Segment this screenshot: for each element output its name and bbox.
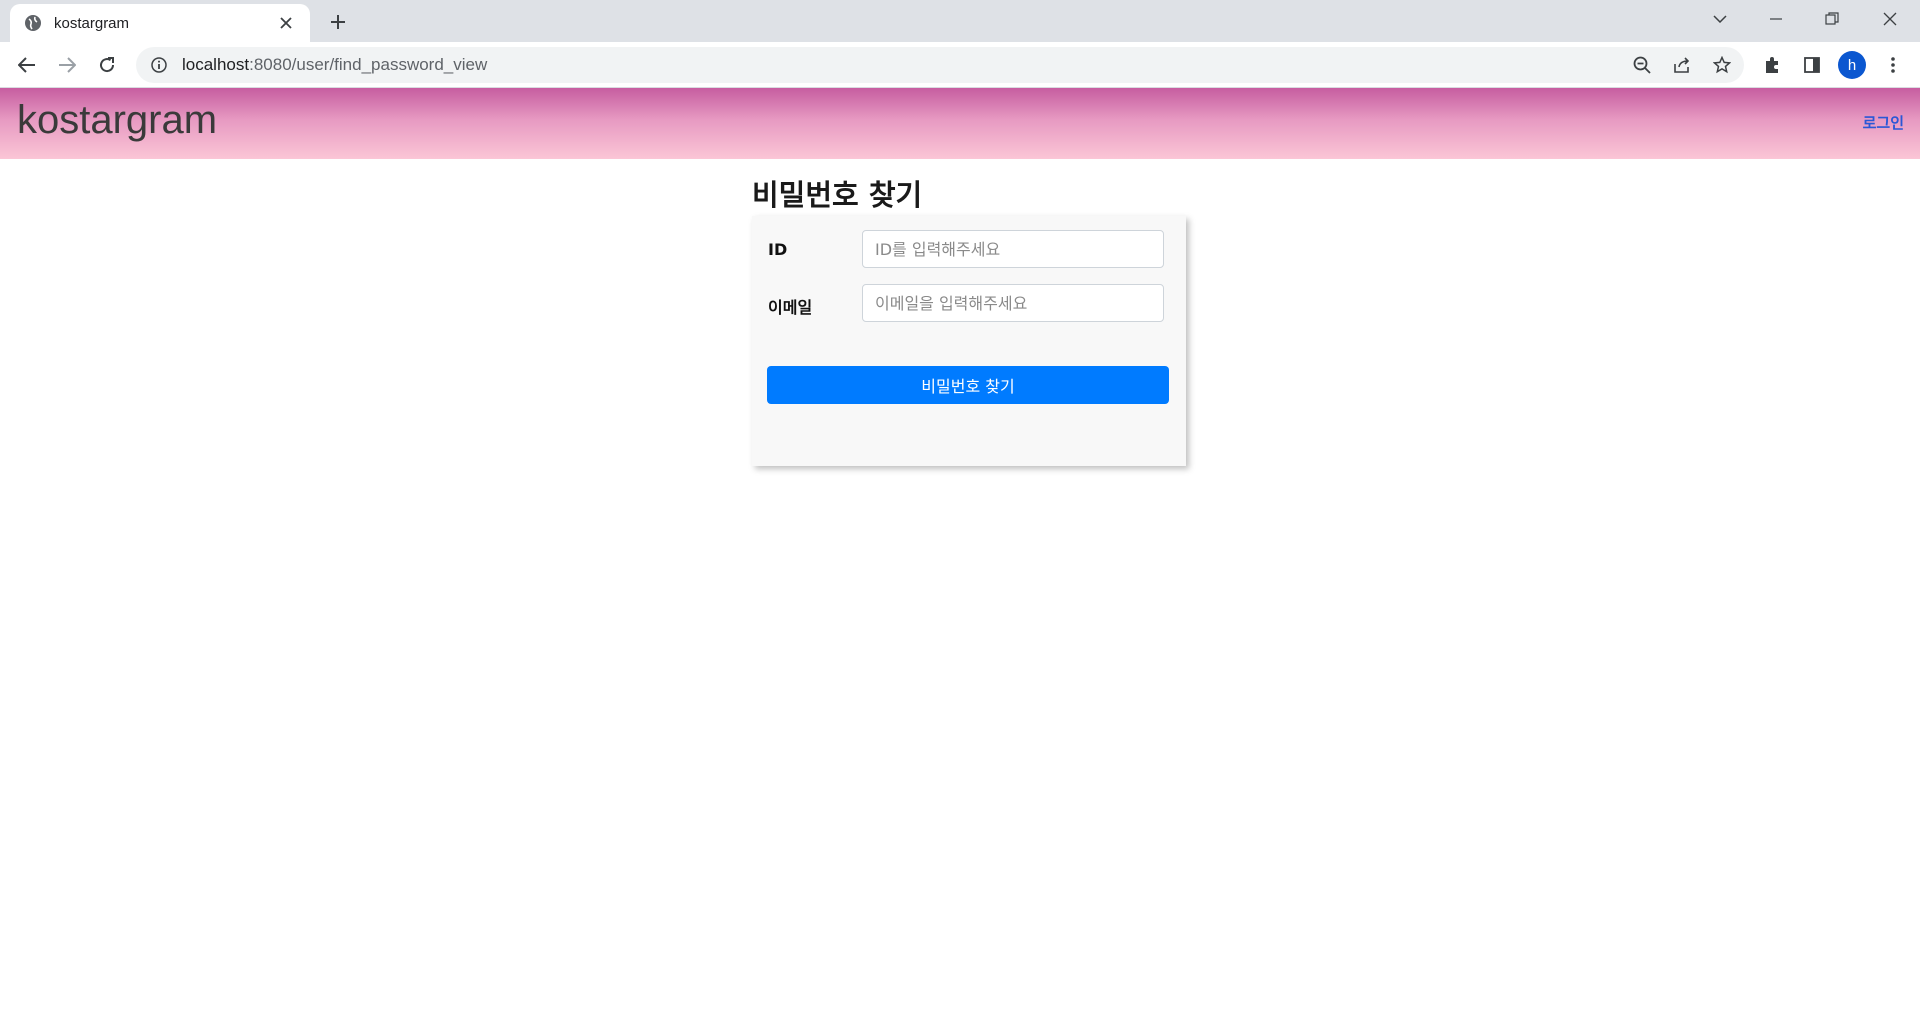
extensions-puzzle-icon[interactable]	[1756, 49, 1788, 81]
find-password-form: ID 이메일 비밀번호 찾기	[752, 216, 1186, 466]
more-vertical-icon[interactable]	[1877, 49, 1909, 81]
window-close-icon[interactable]	[1862, 0, 1918, 38]
email-row: 이메일	[768, 284, 1170, 322]
id-row: ID	[768, 230, 1170, 268]
zoom-out-icon[interactable]	[1626, 49, 1658, 81]
login-link[interactable]: 로그인	[1863, 112, 1904, 133]
back-arrow-icon[interactable]	[11, 49, 43, 81]
tab-title: kostargram	[54, 14, 130, 32]
close-icon[interactable]	[276, 13, 296, 33]
share-icon[interactable]	[1666, 49, 1698, 81]
tab-search-chevron-down-icon[interactable]	[1692, 0, 1748, 38]
page-content: kostargram 로그인 비밀번호 찾기 ID 이메일 비밀번호 찾기	[0, 88, 1920, 1030]
find-password-button[interactable]: 비밀번호 찾기	[767, 366, 1169, 404]
reload-icon[interactable]	[91, 49, 123, 81]
address-url: localhost:8080/user/find_password_view	[182, 55, 488, 74]
site-header: kostargram 로그인	[0, 88, 1920, 159]
restore-icon[interactable]	[1804, 0, 1860, 38]
new-tab-button[interactable]	[324, 8, 352, 36]
email-input[interactable]	[862, 284, 1164, 322]
side-panel-icon[interactable]	[1796, 49, 1828, 81]
email-label: 이메일	[768, 298, 813, 317]
page-title: 비밀번호 찾기	[752, 178, 923, 212]
site-brand[interactable]: kostargram	[17, 98, 217, 143]
forward-arrow-icon[interactable]	[51, 49, 83, 81]
id-input[interactable]	[862, 230, 1164, 268]
profile-avatar[interactable]: h	[1838, 51, 1866, 79]
address-bar[interactable]: localhost:8080/user/find_password_view	[136, 47, 1744, 83]
minimize-icon[interactable]	[1748, 0, 1804, 38]
browser-toolbar: localhost:8080/user/find_password_view h	[0, 42, 1920, 88]
browser-tab-strip: kostargram	[0, 0, 1920, 42]
id-label: ID	[768, 240, 788, 259]
globe-icon	[24, 14, 42, 32]
info-icon[interactable]	[150, 56, 168, 74]
browser-tab[interactable]: kostargram	[10, 4, 310, 42]
bookmark-star-icon[interactable]	[1706, 49, 1738, 81]
